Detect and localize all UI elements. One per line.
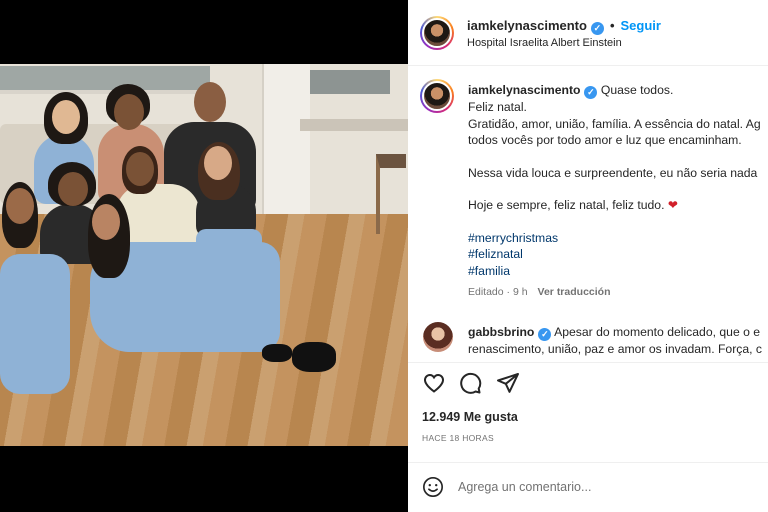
person-back-mid-head [114,94,144,130]
commenter-avatar[interactable] [423,322,453,352]
caption-verified-icon: ✓ [584,86,598,99]
person-back-left-head [52,100,80,134]
person-mid-cream-head [126,152,154,186]
person-back-right-head [194,82,226,122]
person-front-lying-head [92,204,120,240]
commenter-verified-icon: ✓ [538,328,552,341]
edited-time: Editado · 9 h [468,286,528,298]
slide-shoe-right [292,342,336,372]
person-front-left-body [0,254,70,394]
post-header: iamkelynascimento ✓ • Seguir Hospital Israe… [408,0,768,66]
caption-username[interactable]: iamkelynascimento [468,83,580,97]
author-username-row: iamkelynascimento ✓ • Seguir [467,18,661,35]
translate-link[interactable]: Ver traducción [538,286,611,298]
author-avatar[interactable] [420,16,454,50]
like-count[interactable]: 12.949 Me gusta [422,410,518,424]
caption-avatar[interactable] [420,79,454,113]
person-mid-left-head [58,172,88,206]
caption-line-1: Feliz natal. [468,100,527,114]
comment-input[interactable] [458,477,748,497]
share-icon[interactable] [496,371,520,395]
heart-icon[interactable] [422,371,446,395]
photo-window [0,66,210,94]
caption-line-5: Nessa vida louca e surpreendente, eu não… [468,165,758,180]
red-heart-emoji: ❤ [667,198,679,212]
hashtag-link[interactable]: #feliznatal [468,246,768,263]
photo-chair [376,154,406,234]
hashtag-link[interactable]: #familia [468,263,768,280]
caption-line-2: Gratidão, amor, união, família. A essênc… [468,116,761,131]
follow-button[interactable]: Seguir [621,18,661,33]
caption-line-7: Hoje e sempre, feliz natal, feliz tudo. … [468,197,768,214]
person-mid-right-head [204,146,232,180]
action-bar [408,362,768,400]
photo-window-right [310,70,390,94]
emoji-icon[interactable] [422,476,444,498]
commenter-username[interactable]: gabbsbrino [468,325,534,339]
caption-line-3: todos vocês por todo amor e luz que enca… [468,133,742,147]
separator-dot: • [609,18,615,33]
verified-icon: ✓ [590,22,604,35]
comment: gabbsbrino ✓ Apesar do momento delicado, … [468,324,768,358]
person-front-left-head [6,188,34,224]
comment-line-2: renascimento, união, paz e amor os invad… [468,342,762,356]
post-media[interactable] [0,0,408,512]
post-photo[interactable] [0,64,408,446]
slide-shoe-left [262,344,292,362]
photo-door [262,64,310,214]
post-timestamp[interactable]: HACE 18 HORAS [422,433,494,443]
caption-line-7-text: Hoje e sempre, feliz natal, feliz tudo. … [468,198,679,212]
post-details-panel: iamkelynascimento ✓ • Seguir Hospital Israe… [408,0,768,512]
caption-line-0: Quase todos. [600,83,674,97]
photo-counter [300,119,408,131]
add-comment-bar [408,462,768,512]
comment-line-1: Apesar do momento delicado, que o e [554,325,761,339]
caption: iamkelynascimento ✓ Quase todos. Feliz na… [468,82,768,301]
hashtag-link[interactable]: #merrychristmas [468,230,768,247]
comment-icon[interactable] [458,371,482,395]
post-location[interactable]: Hospital Israelita Albert Einstein [467,37,622,49]
author-username[interactable]: iamkelynascimento [467,18,587,33]
caption-meta: Editado · 9 h Ver traducción [468,284,768,301]
